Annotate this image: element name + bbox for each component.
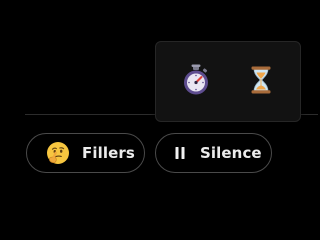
pause-icon: [174, 146, 186, 160]
stopwatch-icon: [184, 64, 208, 95]
silence-label: Silence: [200, 144, 262, 162]
hourglass-option[interactable]: [241, 60, 281, 100]
emoji-popup: [155, 41, 301, 122]
silence-chip[interactable]: Silence: [155, 133, 272, 173]
stopwatch-option[interactable]: [176, 60, 216, 100]
thinking-face-icon: [46, 141, 70, 165]
fillers-chip[interactable]: Fillers: [26, 133, 145, 173]
fillers-label: Fillers: [82, 144, 135, 162]
hourglass-icon: [251, 66, 271, 94]
